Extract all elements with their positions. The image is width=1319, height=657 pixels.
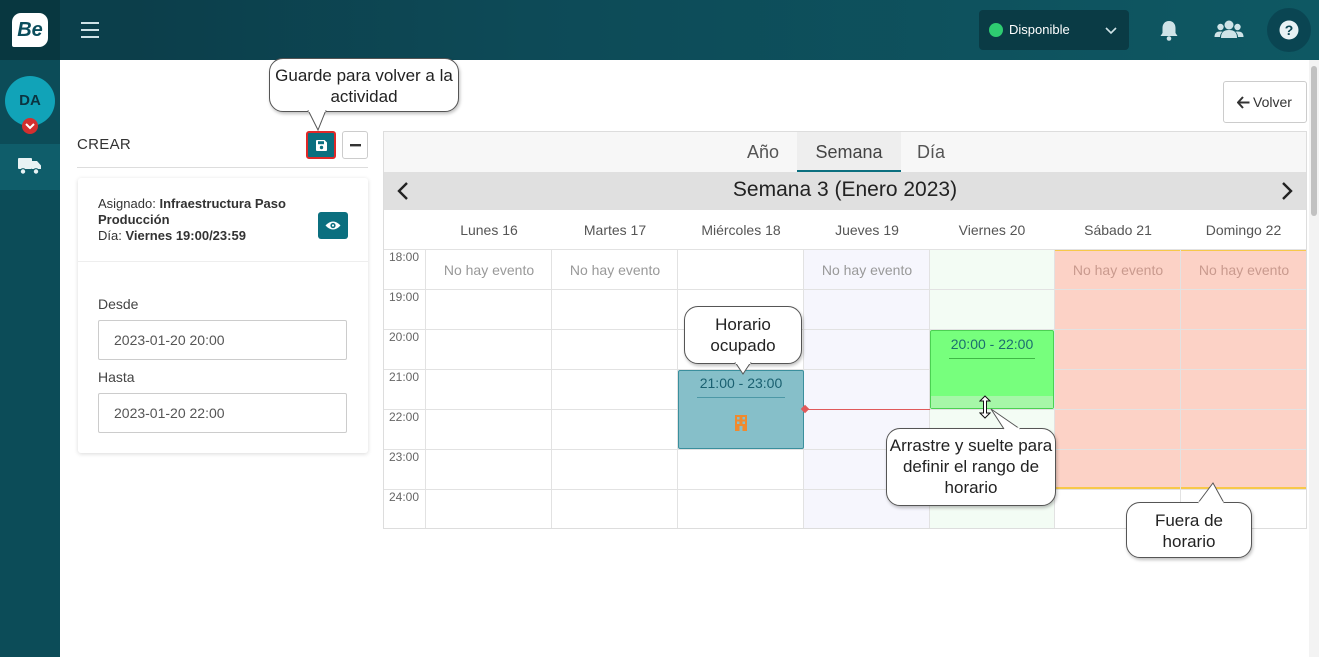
building-icon [735,415,747,431]
grid-line [551,250,552,528]
tab-week[interactable]: Semana [797,132,901,172]
from-field[interactable]: 2023-01-20 20:00 [98,320,347,360]
floppy-disk-icon [316,140,327,151]
bell-icon[interactable] [1149,10,1189,50]
assignment-card: Asignado: Infraestructura Paso Producció… [78,178,368,453]
grid-line [1180,250,1181,528]
status-label: Disponible [1009,22,1070,37]
back-button[interactable]: Volver [1223,81,1307,123]
grid-line [384,489,1306,490]
day-header: Viernes 20 [958,222,1026,238]
current-time-line [804,409,930,410]
scrollbar[interactable] [1309,60,1319,657]
view-button[interactable] [318,212,348,239]
no-event-label: No hay evento [569,262,661,278]
chevron-down-icon [25,123,35,130]
callout-tail [734,362,752,375]
to-field[interactable]: 2023-01-20 22:00 [98,393,347,433]
eye-icon [325,221,341,230]
help-button[interactable]: ? [1267,8,1311,52]
top-bar: Be Disponible ? [0,0,1319,60]
svg-text:?: ? [1285,22,1294,38]
sidebar: DA [0,60,60,657]
calendar: Año Semana Día Semana 3 (Enero 2023) Lun… [383,131,1307,529]
menu-icon[interactable] [81,22,99,38]
week-title: Semana 3 (Enero 2023) [732,178,958,201]
view-tabs: Año Semana Día [384,132,1306,172]
divider [78,261,368,262]
busy-event-time: 21:00 - 23:00 [699,375,783,391]
status-select[interactable]: Disponible [979,10,1129,50]
hour-label: 23:00 [389,450,420,464]
minus-icon [350,144,361,147]
panel-title: CREAR [77,136,132,153]
no-event-label: No hay evento [821,262,913,278]
assignment-info: Asignado: Infraestructura Paso Producció… [98,196,313,244]
to-label: Hasta [98,369,135,385]
hour-label: 22:00 [389,410,420,424]
hour-label: 19:00 [389,290,420,304]
callout-drag: Arrastre y suelte para definir el rango … [886,428,1056,506]
day-header: Domingo 22 [1205,222,1282,238]
divider [949,358,1035,359]
callout-save: Guarde para volver a la actividad [269,58,459,112]
tab-year[interactable]: Año [730,132,796,172]
grid-line [384,449,1306,450]
truck-icon [18,158,41,175]
hour-label: 18:00 [389,250,420,264]
avatar-dropdown-badge[interactable] [22,118,38,134]
callout-tail [990,408,1021,430]
logo-area: Be [0,0,60,60]
day-header: Martes 17 [583,222,647,238]
hour-label: 20:00 [389,330,420,344]
app-logo[interactable]: Be [12,13,48,47]
divider [77,167,368,168]
no-event-label: No hay evento [1072,262,1164,278]
status-dot [989,23,1003,37]
grid-line [384,329,1306,330]
grid-line [425,250,426,528]
hour-label: 21:00 [389,370,420,384]
users-icon[interactable] [1209,10,1249,50]
day-header: Miércoles 18 [701,222,781,238]
help-icon: ? [1279,20,1299,40]
day-value: Viernes 19:00/23:59 [125,228,246,243]
no-event-label: No hay evento [1198,262,1290,278]
callout-busy: Horario ocupado [684,306,802,364]
new-event-time: 20:00 - 22:00 [950,336,1034,352]
tab-day[interactable]: Día [901,132,961,172]
collapse-button[interactable] [342,131,368,159]
assigned-label: Asignado: [98,196,156,211]
grid-line [384,249,1306,250]
arrow-left-icon [1237,96,1250,109]
day-header: Jueves 19 [835,222,899,238]
grid-line [384,289,1306,290]
grid-line [384,369,1306,370]
day-header: Lunes 16 [460,222,518,238]
day-header: Sábado 21 [1084,222,1152,238]
hour-label: 24:00 [389,490,420,504]
no-event-label: No hay evento [443,262,535,278]
chevron-down-icon [1105,27,1117,35]
new-event[interactable]: 20:00 - 22:00 [930,330,1054,409]
divider [697,397,785,398]
scrollbar-thumb[interactable] [1311,66,1317,216]
save-button[interactable] [306,131,336,159]
callout-out-of-schedule: Fuera de horario [1126,502,1252,558]
resize-handle[interactable] [931,396,1053,408]
callout-tail [307,110,327,132]
chevron-right-icon[interactable] [1276,180,1298,202]
from-label: Desde [98,296,139,312]
busy-event[interactable]: 21:00 - 23:00 [678,370,804,449]
day-label: Día: [98,228,122,243]
callout-tail [1197,482,1225,504]
back-button-label: Volver [1253,94,1292,110]
sidebar-item-transport[interactable] [0,144,60,190]
week-navigation: Semana 3 (Enero 2023) [384,172,1306,210]
